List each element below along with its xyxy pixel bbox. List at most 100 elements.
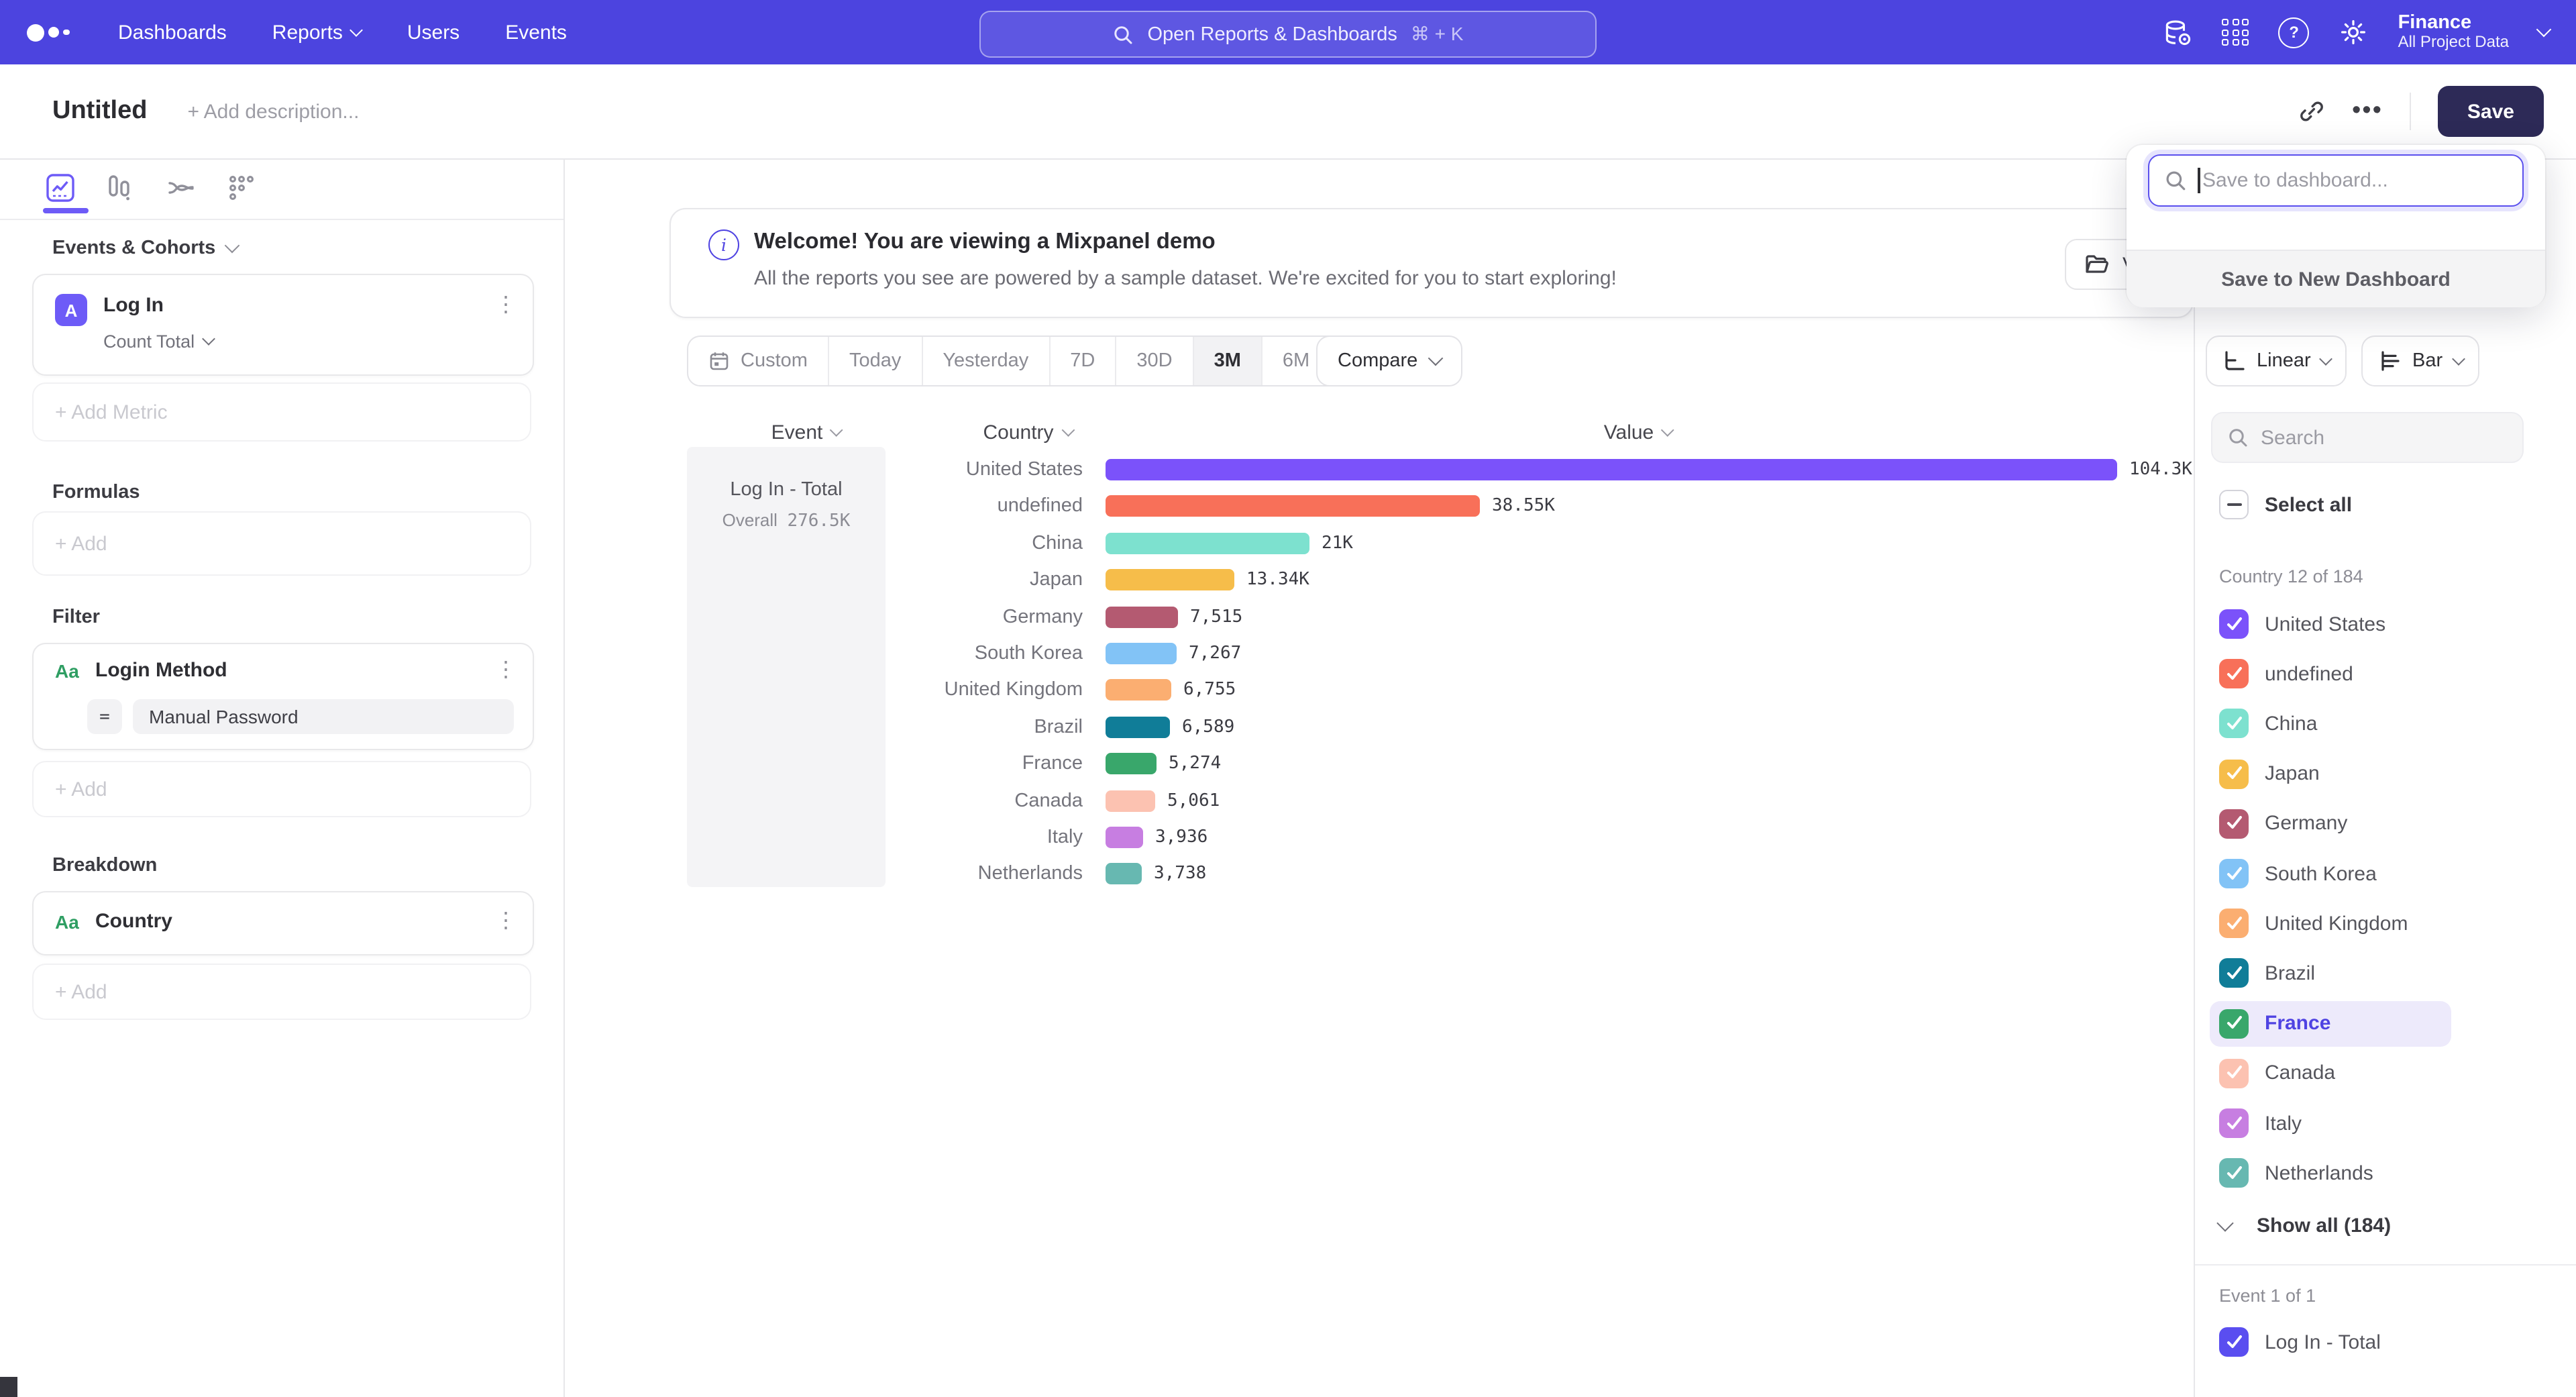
bar[interactable]: [1106, 717, 1170, 738]
bar[interactable]: [1106, 606, 1178, 627]
metric-aggregation-dropdown[interactable]: Count Total: [103, 331, 213, 352]
nav-items: Dashboards Reports Users Events: [118, 21, 567, 44]
color-checkbox[interactable]: [2219, 759, 2249, 788]
bar[interactable]: [1106, 496, 1480, 517]
column-header-event[interactable]: Event: [771, 421, 842, 444]
range-today[interactable]: Today: [828, 337, 921, 385]
chart-type-dropdown[interactable]: Bar: [2361, 335, 2479, 386]
legend-item-germany[interactable]: Germany: [2210, 801, 2451, 847]
legend-item-china[interactable]: China: [2210, 701, 2451, 747]
settings-gear-icon[interactable]: [2339, 17, 2369, 47]
legend-item-label: Japan: [2265, 762, 2320, 785]
legend-search-input[interactable]: Search: [2211, 412, 2524, 463]
legend-item-canada[interactable]: Canada: [2210, 1051, 2451, 1096]
metric-event-name[interactable]: Log In: [103, 294, 164, 317]
nav-item-reports[interactable]: Reports: [272, 21, 362, 44]
add-filter-button[interactable]: + Add: [32, 761, 531, 817]
color-checkbox[interactable]: [2219, 1108, 2249, 1138]
color-checkbox[interactable]: [2219, 1008, 2249, 1038]
range-3m[interactable]: 3M: [1193, 337, 1261, 385]
tab-funnels[interactable]: [101, 170, 138, 205]
help-icon[interactable]: ?: [2279, 17, 2310, 48]
save-dashboard-search-input[interactable]: Save to dashboard...: [2148, 154, 2524, 207]
bar[interactable]: [1106, 790, 1155, 811]
metric-card[interactable]: A Log In ⋮ Count Total: [32, 274, 534, 376]
chart-main-area: i Welcome! You are viewing a Mixpanel de…: [565, 160, 2194, 1397]
color-checkbox[interactable]: [2219, 1158, 2249, 1188]
range-7d[interactable]: 7D: [1049, 337, 1115, 385]
range-yesterday[interactable]: Yesterday: [921, 337, 1049, 385]
range-30d[interactable]: 30D: [1115, 337, 1192, 385]
legend-item-netherlands[interactable]: Netherlands: [2210, 1150, 2451, 1196]
bar[interactable]: [1106, 459, 2117, 480]
legend-item-brazil[interactable]: Brazil: [2210, 951, 2451, 996]
compare-button[interactable]: Compare: [1316, 335, 1462, 386]
column-header-value[interactable]: Value: [1604, 421, 1673, 444]
legend-item-japan[interactable]: Japan: [2210, 751, 2451, 796]
filter-card[interactable]: Aa Login Method ⋮ = Manual Password: [32, 643, 534, 750]
add-metric-button[interactable]: + Add Metric: [32, 382, 531, 442]
color-checkbox[interactable]: [2219, 1059, 2249, 1088]
breakdown-card[interactable]: Aa Country ⋮: [32, 891, 534, 955]
legend-item-united-states[interactable]: United States: [2210, 601, 2451, 647]
legend-event-item[interactable]: Log In - Total: [2219, 1319, 2381, 1365]
legend-item-south-korea[interactable]: South Korea: [2210, 851, 2451, 896]
select-all-row[interactable]: Select all: [2219, 490, 2352, 519]
bar[interactable]: [1106, 680, 1171, 701]
chevron-down-icon: [1061, 423, 1075, 437]
nav-item-users[interactable]: Users: [407, 21, 460, 44]
bar[interactable]: [1106, 864, 1142, 885]
legend-item-france[interactable]: France: [2210, 1000, 2451, 1046]
bar[interactable]: [1106, 827, 1143, 848]
legend-item-united-kingdom[interactable]: United Kingdom: [2210, 900, 2451, 946]
range-custom[interactable]: Custom: [688, 337, 828, 385]
mixpanel-logo-icon[interactable]: [27, 23, 80, 41]
save-button[interactable]: Save: [2438, 86, 2544, 137]
report-title[interactable]: Untitled: [52, 97, 147, 126]
more-options-icon[interactable]: •••: [2352, 97, 2383, 126]
select-all-checkbox[interactable]: [2219, 490, 2249, 519]
data-management-icon[interactable]: [2162, 17, 2193, 48]
tab-flows[interactable]: [162, 170, 200, 205]
color-checkbox[interactable]: [2219, 709, 2249, 739]
text-caret: [2198, 168, 2200, 193]
bar[interactable]: [1106, 643, 1177, 664]
filter-operator-chip[interactable]: =: [87, 699, 122, 734]
save-to-new-dashboard-button[interactable]: Save to New Dashboard: [2127, 250, 2545, 307]
legend-item-italy[interactable]: Italy: [2210, 1100, 2451, 1146]
bar[interactable]: [1106, 569, 1234, 590]
add-formula-button[interactable]: + Add: [32, 511, 531, 576]
breakdown-property-name[interactable]: Country: [95, 910, 172, 933]
kebab-menu-icon[interactable]: ⋮: [495, 295, 517, 317]
tab-insights[interactable]: [42, 170, 79, 205]
bar[interactable]: [1106, 533, 1309, 554]
column-header-country[interactable]: Country: [983, 421, 1072, 444]
bar[interactable]: [1106, 753, 1157, 774]
nav-item-events[interactable]: Events: [505, 21, 567, 44]
add-description-button[interactable]: + Add description...: [187, 100, 359, 123]
legend-item-undefined[interactable]: undefined: [2210, 651, 2451, 696]
color-checkbox[interactable]: [2219, 859, 2249, 888]
add-breakdown-button[interactable]: + Add: [32, 964, 531, 1020]
tab-retention[interactable]: [223, 170, 260, 205]
chart-scale-dropdown[interactable]: Linear: [2206, 335, 2347, 386]
demo-banner: i Welcome! You are viewing a Mixpanel de…: [669, 208, 2194, 318]
color-checkbox[interactable]: [2219, 809, 2249, 839]
project-switcher[interactable]: Finance All Project Data: [2398, 12, 2509, 53]
filter-property-name[interactable]: Login Method: [95, 659, 227, 682]
apps-grid-icon[interactable]: [2222, 19, 2249, 46]
events-cohorts-header[interactable]: Events & Cohorts: [52, 238, 237, 259]
color-checkbox[interactable]: [2219, 659, 2249, 688]
kebab-menu-icon[interactable]: ⋮: [495, 660, 517, 682]
color-checkbox[interactable]: [2219, 959, 2249, 988]
global-search-input[interactable]: Open Reports & Dashboards ⌘ + K: [979, 11, 1597, 58]
filter-value-chip[interactable]: Manual Password: [133, 699, 514, 734]
show-all-button[interactable]: Show all (184): [2219, 1202, 2391, 1248]
nav-item-dashboards[interactable]: Dashboards: [118, 21, 227, 44]
chevron-down-icon: [1428, 351, 1443, 366]
event-checkbox[interactable]: [2219, 1327, 2249, 1357]
kebab-menu-icon[interactable]: ⋮: [495, 911, 517, 933]
color-checkbox[interactable]: [2219, 909, 2249, 938]
copy-link-icon[interactable]: [2298, 98, 2325, 125]
color-checkbox[interactable]: [2219, 609, 2249, 639]
